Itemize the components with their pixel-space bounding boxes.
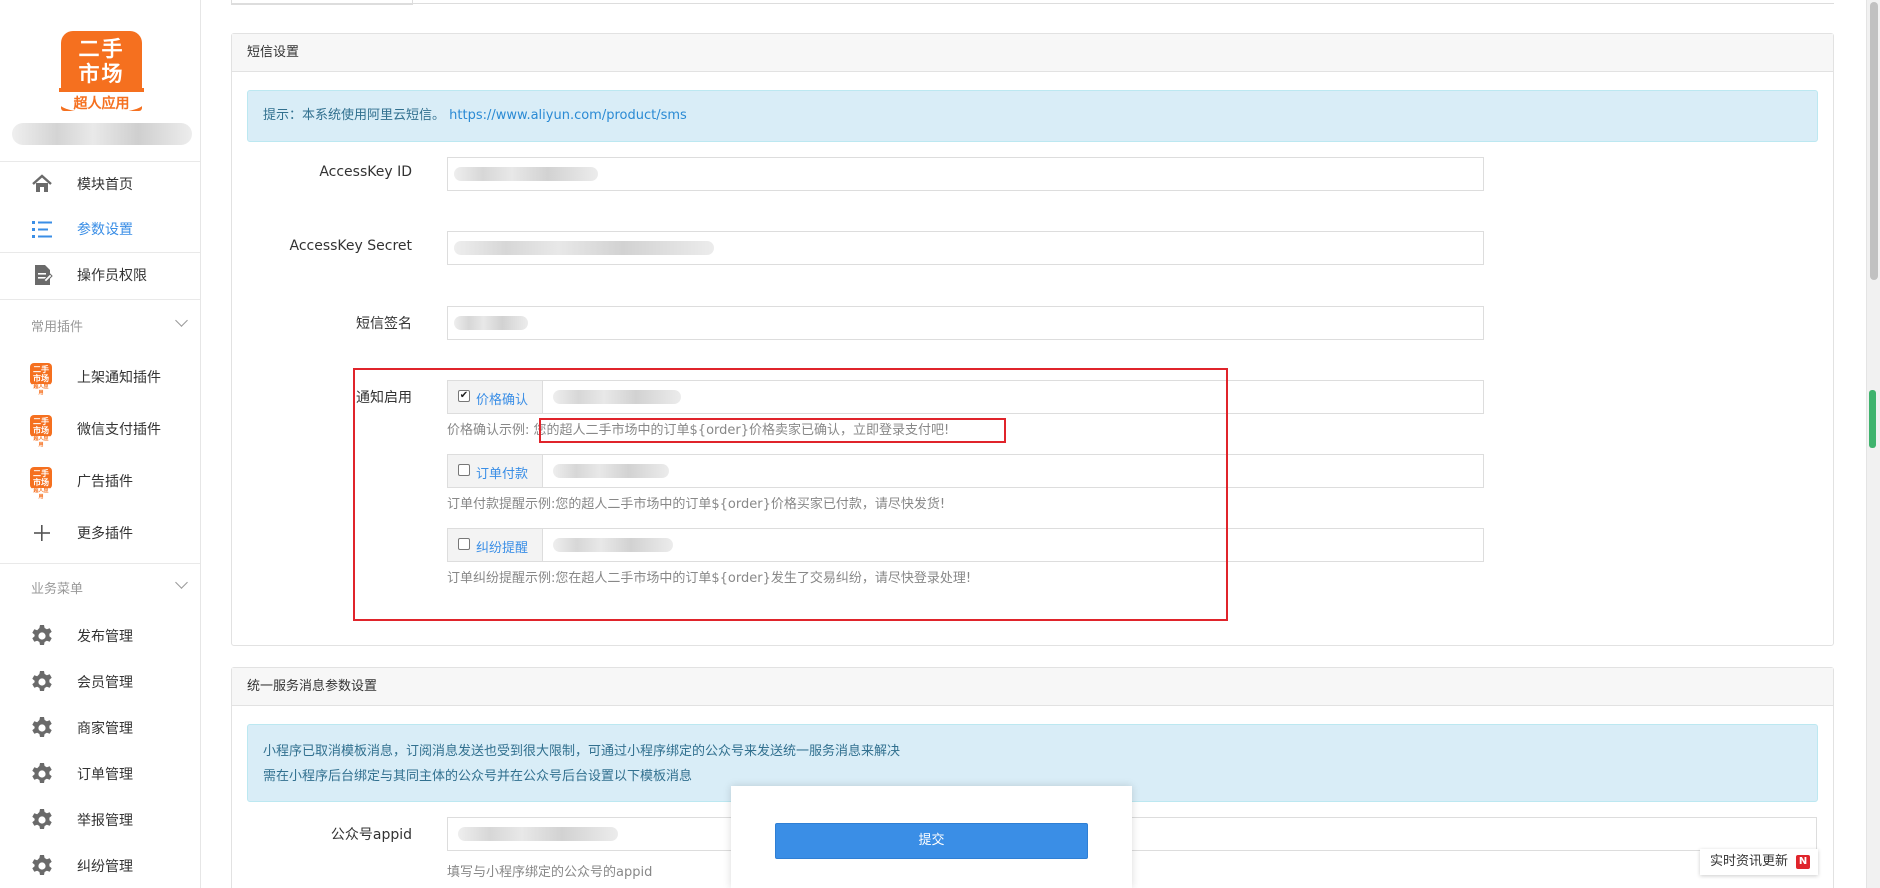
submit-bar: 提交: [731, 786, 1132, 888]
panel-title: 统一服务消息参数设置: [232, 668, 1833, 706]
sidebar-item-operator-permissions[interactable]: 操作员权限: [0, 252, 200, 298]
highlight-box-example: [539, 418, 1006, 443]
sidebar-item-more-plugins[interactable]: 更多插件: [0, 510, 200, 556]
news-badge-label: 实时资讯更新: [1710, 854, 1789, 869]
sidebar-item-label: 上架通知插件: [77, 370, 161, 386]
blurred-value: [458, 827, 618, 841]
app-window: 二手 市场 超人应用 模块首页 参数设置 操作员权限 常用插件 二手 市场 超人…: [0, 0, 1880, 888]
main-content: 短信设置 提示：本系统使用阿里云短信。 https://www.aliyun.c…: [201, 0, 1866, 888]
sms-sign-input[interactable]: [447, 306, 1484, 340]
plugin-logo-icon: 二手 市场 超人应用: [30, 467, 52, 500]
blurred-value: [454, 316, 528, 330]
sms-sign-label: 短信签名: [356, 316, 412, 332]
previous-panel-edge: [231, 0, 1834, 5]
gear-icon: [30, 716, 54, 740]
realtime-news-badge[interactable]: 实时资讯更新 N: [1700, 849, 1819, 875]
access-key-secret-label: AccessKey Secret: [289, 238, 412, 254]
sidebar-item-label: 举报管理: [77, 813, 133, 829]
side-scroll-indicator[interactable]: [1869, 390, 1876, 448]
plugin-logo-icon: 二手 市场 超人应用: [30, 363, 52, 396]
sidebar: 二手 市场 超人应用 模块首页 参数设置 操作员权限 常用插件 二手 市场 超人…: [0, 0, 201, 888]
sidebar-item-member-management[interactable]: 会员管理: [0, 659, 200, 705]
alert-line-1: 小程序已取消模板消息，订阅消息发送也受到很大限制，可通过小程序绑定的公众号来发送…: [263, 744, 901, 759]
alert-text: 提示：本系统使用阿里云短信。: [263, 108, 446, 123]
group-title: 常用插件: [31, 320, 84, 335]
sidebar-item-module-home[interactable]: 模块首页: [0, 161, 200, 207]
panel-title: 短信设置: [232, 34, 1833, 72]
appid-input[interactable]: [447, 817, 1817, 851]
blurred-value: [454, 167, 598, 181]
sidebar-item-order-management[interactable]: 订单管理: [0, 751, 200, 797]
gear-icon: [30, 624, 54, 648]
appid-label: 公众号appid: [330, 827, 412, 843]
group-header-business-menu[interactable]: 业务菜单: [0, 568, 200, 606]
gear-icon: [30, 854, 54, 878]
sidebar-item-label: 纠纷管理: [77, 859, 133, 875]
sidebar-item-wechat-pay-plugin[interactable]: 二手 市场 超人应用 微信支付插件: [0, 406, 200, 452]
sidebar-item-label: 广告插件: [77, 474, 133, 490]
sidebar-item-label: 参数设置: [77, 222, 133, 238]
logo-line-1: 二手: [78, 36, 125, 61]
access-key-secret-input[interactable]: [447, 231, 1484, 265]
news-n-icon: N: [1796, 855, 1811, 869]
sidebar-item-dispute-management[interactable]: 纠纷管理: [0, 843, 200, 888]
group-title: 业务菜单: [31, 582, 84, 597]
sidebar-item-label: 发布管理: [77, 629, 133, 645]
highlight-box-notifications: [353, 368, 1228, 621]
chevron-down-icon: [175, 576, 188, 589]
aliyun-sms-link[interactable]: https://www.aliyun.com/product/sms: [449, 108, 687, 123]
plugin-logo-icon: 二手 市场 超人应用: [30, 415, 52, 448]
scrollbar-thumb[interactable]: [1870, 2, 1878, 280]
group-header-common-plugins[interactable]: 常用插件: [0, 306, 200, 344]
sidebar-item-label: 微信支付插件: [77, 422, 161, 438]
blurred-value: [454, 241, 714, 255]
sidebar-item-label: 会员管理: [77, 675, 133, 691]
chevron-down-icon: [175, 314, 188, 327]
sidebar-item-label: 模块首页: [77, 177, 133, 193]
sidebar-item-report-management[interactable]: 举报管理: [0, 797, 200, 843]
gear-icon: [30, 670, 54, 694]
divider: [0, 299, 200, 300]
gear-icon: [30, 808, 54, 832]
access-key-id-input[interactable]: [447, 157, 1484, 191]
gear-icon: [30, 762, 54, 786]
sidebar-item-label: 订单管理: [77, 767, 133, 783]
list-icon: [32, 221, 52, 238]
sidebar-item-merchant-management[interactable]: 商家管理: [0, 705, 200, 751]
sidebar-item-label: 操作员权限: [77, 268, 147, 284]
logo-subtitle: 超人应用: [59, 88, 144, 113]
plus-icon: [34, 525, 50, 541]
sidebar-item-label: 商家管理: [77, 721, 133, 737]
sidebar-item-listing-notify-plugin[interactable]: 二手 市场 超人应用 上架通知插件: [0, 354, 200, 400]
app-logo[interactable]: 二手 市场 超人应用: [59, 31, 144, 113]
submit-button[interactable]: 提交: [775, 823, 1088, 859]
logo-line-2: 市场: [78, 61, 125, 86]
access-key-id-label: AccessKey ID: [319, 164, 412, 180]
sidebar-item-publish-management[interactable]: 发布管理: [0, 613, 200, 659]
sidebar-item-param-settings[interactable]: 参数设置: [0, 206, 200, 252]
sidebar-item-ad-plugin[interactable]: 二手 市场 超人应用 广告插件: [0, 458, 200, 504]
appid-hint: 填写与小程序绑定的公众号的appid: [447, 865, 653, 880]
home-icon: [32, 174, 52, 192]
account-name-blurred: [12, 123, 192, 145]
sidebar-item-label: 更多插件: [77, 526, 133, 542]
sms-info-alert: 提示：本系统使用阿里云短信。 https://www.aliyun.com/pr…: [247, 90, 1818, 142]
document-icon: [35, 265, 53, 285]
divider: [0, 563, 200, 564]
